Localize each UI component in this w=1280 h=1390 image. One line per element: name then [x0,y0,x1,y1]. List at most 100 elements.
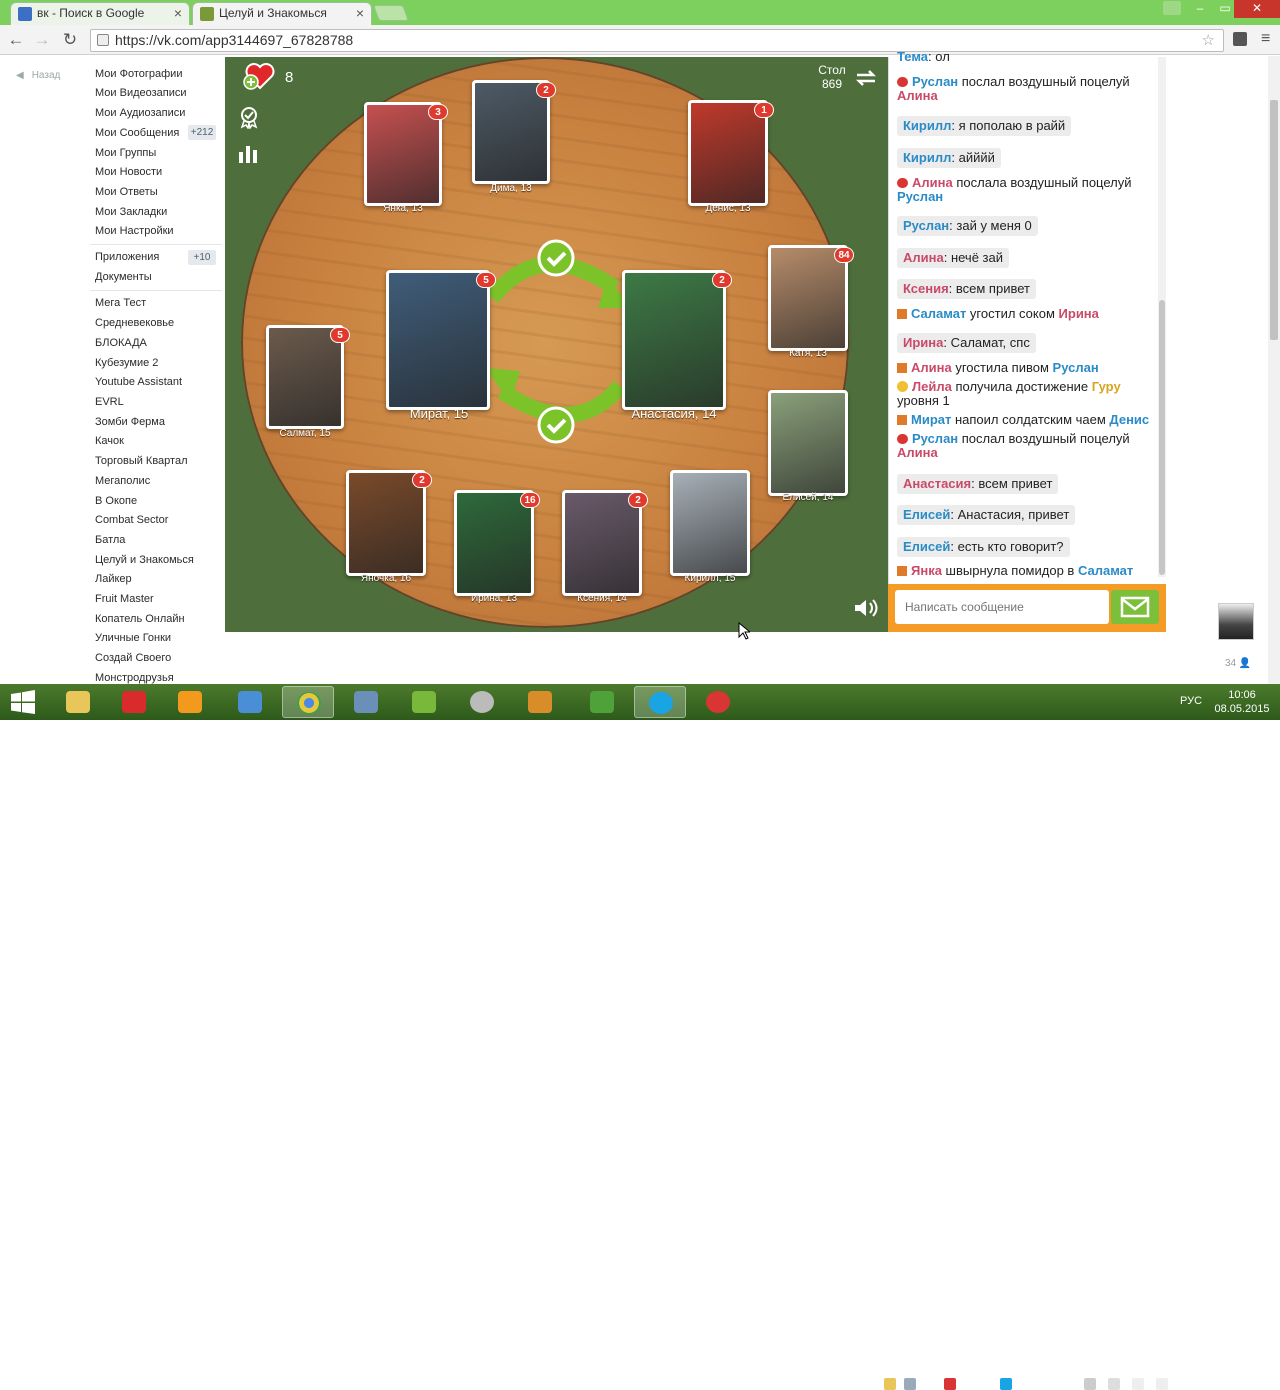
skype-taskbar-button[interactable] [634,686,686,718]
camtasia-taskbar-button[interactable] [576,686,628,718]
tab-close-icon[interactable]: × [174,3,182,24]
sidebar-item-app-5[interactable]: Youtube Assistant [95,376,182,388]
chat-author[interactable]: Руслан [912,74,958,89]
sidebar-item-app-3[interactable]: БЛОКАДА [95,337,147,349]
add-hearts-button[interactable] [243,60,277,92]
back-link[interactable]: ◀ Назад [16,69,68,81]
sidebar-item-videos[interactable]: Мои Видеозаписи [95,87,187,99]
minimize-button[interactable]: – [1186,0,1214,18]
utorrent-taskbar-button[interactable] [398,686,450,718]
chat-author[interactable]: Кирилл [903,150,951,165]
sidebar-item-app-2[interactable]: Средневековье [95,317,174,329]
tray-volume-icon[interactable] [1156,1378,1168,1390]
media-player-taskbar-button[interactable] [164,686,216,718]
sidebar-item-app-13[interactable]: Батла [95,534,125,546]
sound-speaker-icon[interactable] [852,596,880,623]
sidebar-item-news[interactable]: Мои Новости [95,166,162,178]
editor-taskbar-button[interactable] [340,686,392,718]
tray-app-icon[interactable] [884,1378,896,1390]
chrome-taskbar-button[interactable] [282,686,334,718]
send-message-button[interactable] [1111,590,1159,624]
player-avatar[interactable] [622,270,726,410]
sidebar-item-groups[interactable]: Мои Группы [95,147,156,159]
chat-author[interactable]: Ирина [903,335,943,350]
chat-scrollbar-thumb[interactable] [1159,300,1165,575]
chat-target[interactable]: Саламат [1078,563,1133,578]
audio-taskbar-button[interactable] [224,686,276,718]
chat-author[interactable]: Тема [897,49,928,64]
sidebar-item-app-12[interactable]: Combat Sector [95,514,168,526]
chat-target[interactable]: Алина [897,88,938,103]
chat-target[interactable]: Ирина [1059,306,1099,321]
page-info-icon[interactable] [97,34,109,46]
chat-author[interactable]: Лейла [912,379,952,394]
reload-button[interactable]: ↻ [59,29,81,51]
chat-author[interactable]: Руслан [912,431,958,446]
sidebar-item-app-7[interactable]: Зомби Ферма [95,416,165,428]
sidebar-item-app-16[interactable]: Fruit Master [95,593,154,605]
sidebar-item-app-19[interactable]: Создай Своего [95,652,171,664]
tab-game[interactable]: Целуй и Знакомься × [192,2,372,25]
chat-author[interactable]: Анастасия [903,476,971,491]
sidebar-item-answers[interactable]: Мои Ответы [95,186,158,198]
chat-author[interactable]: Алина [911,360,952,375]
bookmark-star-icon[interactable]: ☆ [1202,30,1215,51]
sidebar-item-app-4[interactable]: Кубезумие 2 [95,357,158,369]
chat-author[interactable]: Саламат [911,306,966,321]
yandex-taskbar-button[interactable] [108,686,160,718]
achievements-icon[interactable] [238,105,260,132]
close-window-button[interactable]: ✕ [1234,0,1280,18]
sidebar-item-app-10[interactable]: Мегаполис [95,475,150,487]
tray-flag-icon[interactable] [1108,1378,1120,1390]
chat-author[interactable]: Янка [911,563,942,578]
chat-author[interactable]: Елисей [903,507,950,522]
tray-record-icon[interactable] [944,1378,956,1390]
system-clock[interactable]: 10:06 08.05.2015 [1212,688,1272,716]
tab-close-icon[interactable]: × [356,3,364,24]
forward-button[interactable]: → [31,29,53,51]
tray-network-icon[interactable] [904,1378,916,1390]
page-scrollbar-thumb[interactable] [1270,100,1278,340]
player-avatar[interactable] [670,470,750,576]
chat-target[interactable]: Гуру [1092,379,1121,394]
address-bar[interactable]: https://vk.com/app3144697_67828788 ☆ [90,29,1224,52]
sidebar-item-app-18[interactable]: Уличные Гонки [95,632,171,644]
windows-start-icon[interactable] [10,690,36,717]
sidebar-item-app-20[interactable]: Монстродрузья [95,672,174,684]
chat-target[interactable]: Руслан [1053,360,1099,375]
sidebar-item-messages[interactable]: Мои Сообщения [95,127,179,139]
sidebar-item-settings[interactable]: Мои Настройки [95,225,174,237]
chat-target[interactable]: Алина [897,445,938,460]
sidebar-item-app-9[interactable]: Торговый Квартал [95,455,188,467]
chat-author[interactable]: Мират [911,412,951,427]
sidebar-item-app-17[interactable]: Копатель Онлайн [95,613,185,625]
user-profile-icon[interactable] [1163,1,1181,15]
chat-author[interactable]: Ксения [903,281,949,296]
recorder-taskbar-button[interactable] [692,686,744,718]
sidebar-item-app-1[interactable]: Мега Тест [95,297,146,309]
change-table-icon[interactable] [853,66,879,93]
tray-display-icon[interactable] [1084,1378,1096,1390]
tray-skype-icon[interactable] [1000,1378,1012,1390]
back-button[interactable]: ← [5,29,27,51]
csgo-taskbar-button[interactable] [514,686,566,718]
sidebar-item-app-15[interactable]: Лайкер [95,573,132,585]
chat-author[interactable]: Алина [903,250,944,265]
chat-message-input[interactable] [895,590,1109,624]
disc-taskbar-button[interactable] [456,686,508,718]
chat-author[interactable]: Елисей [903,539,950,554]
sidebar-item-app-8[interactable]: Качок [95,435,124,447]
sidebar-item-apps[interactable]: Приложения [95,251,159,263]
sidebar-item-documents[interactable]: Документы [95,271,152,283]
chat-target[interactable]: Руслан [897,189,943,204]
tab-google-search[interactable]: вк - Поиск в Google × [10,2,190,25]
menu-hamburger-icon[interactable]: ≡ [1261,30,1270,48]
sidebar-item-app-14[interactable]: Целуй и Знакомься [95,554,194,566]
extension-puzzle-icon[interactable] [1233,32,1247,46]
sidebar-item-app-6[interactable]: EVRL [95,396,124,408]
language-indicator[interactable]: РУС [1180,695,1202,707]
chat-author[interactable]: Кирилл [903,118,951,133]
sidebar-item-audio[interactable]: Мои Аудиозаписи [95,107,185,119]
player-avatar[interactable] [768,390,848,496]
sidebar-item-app-11[interactable]: В Окопе [95,495,137,507]
